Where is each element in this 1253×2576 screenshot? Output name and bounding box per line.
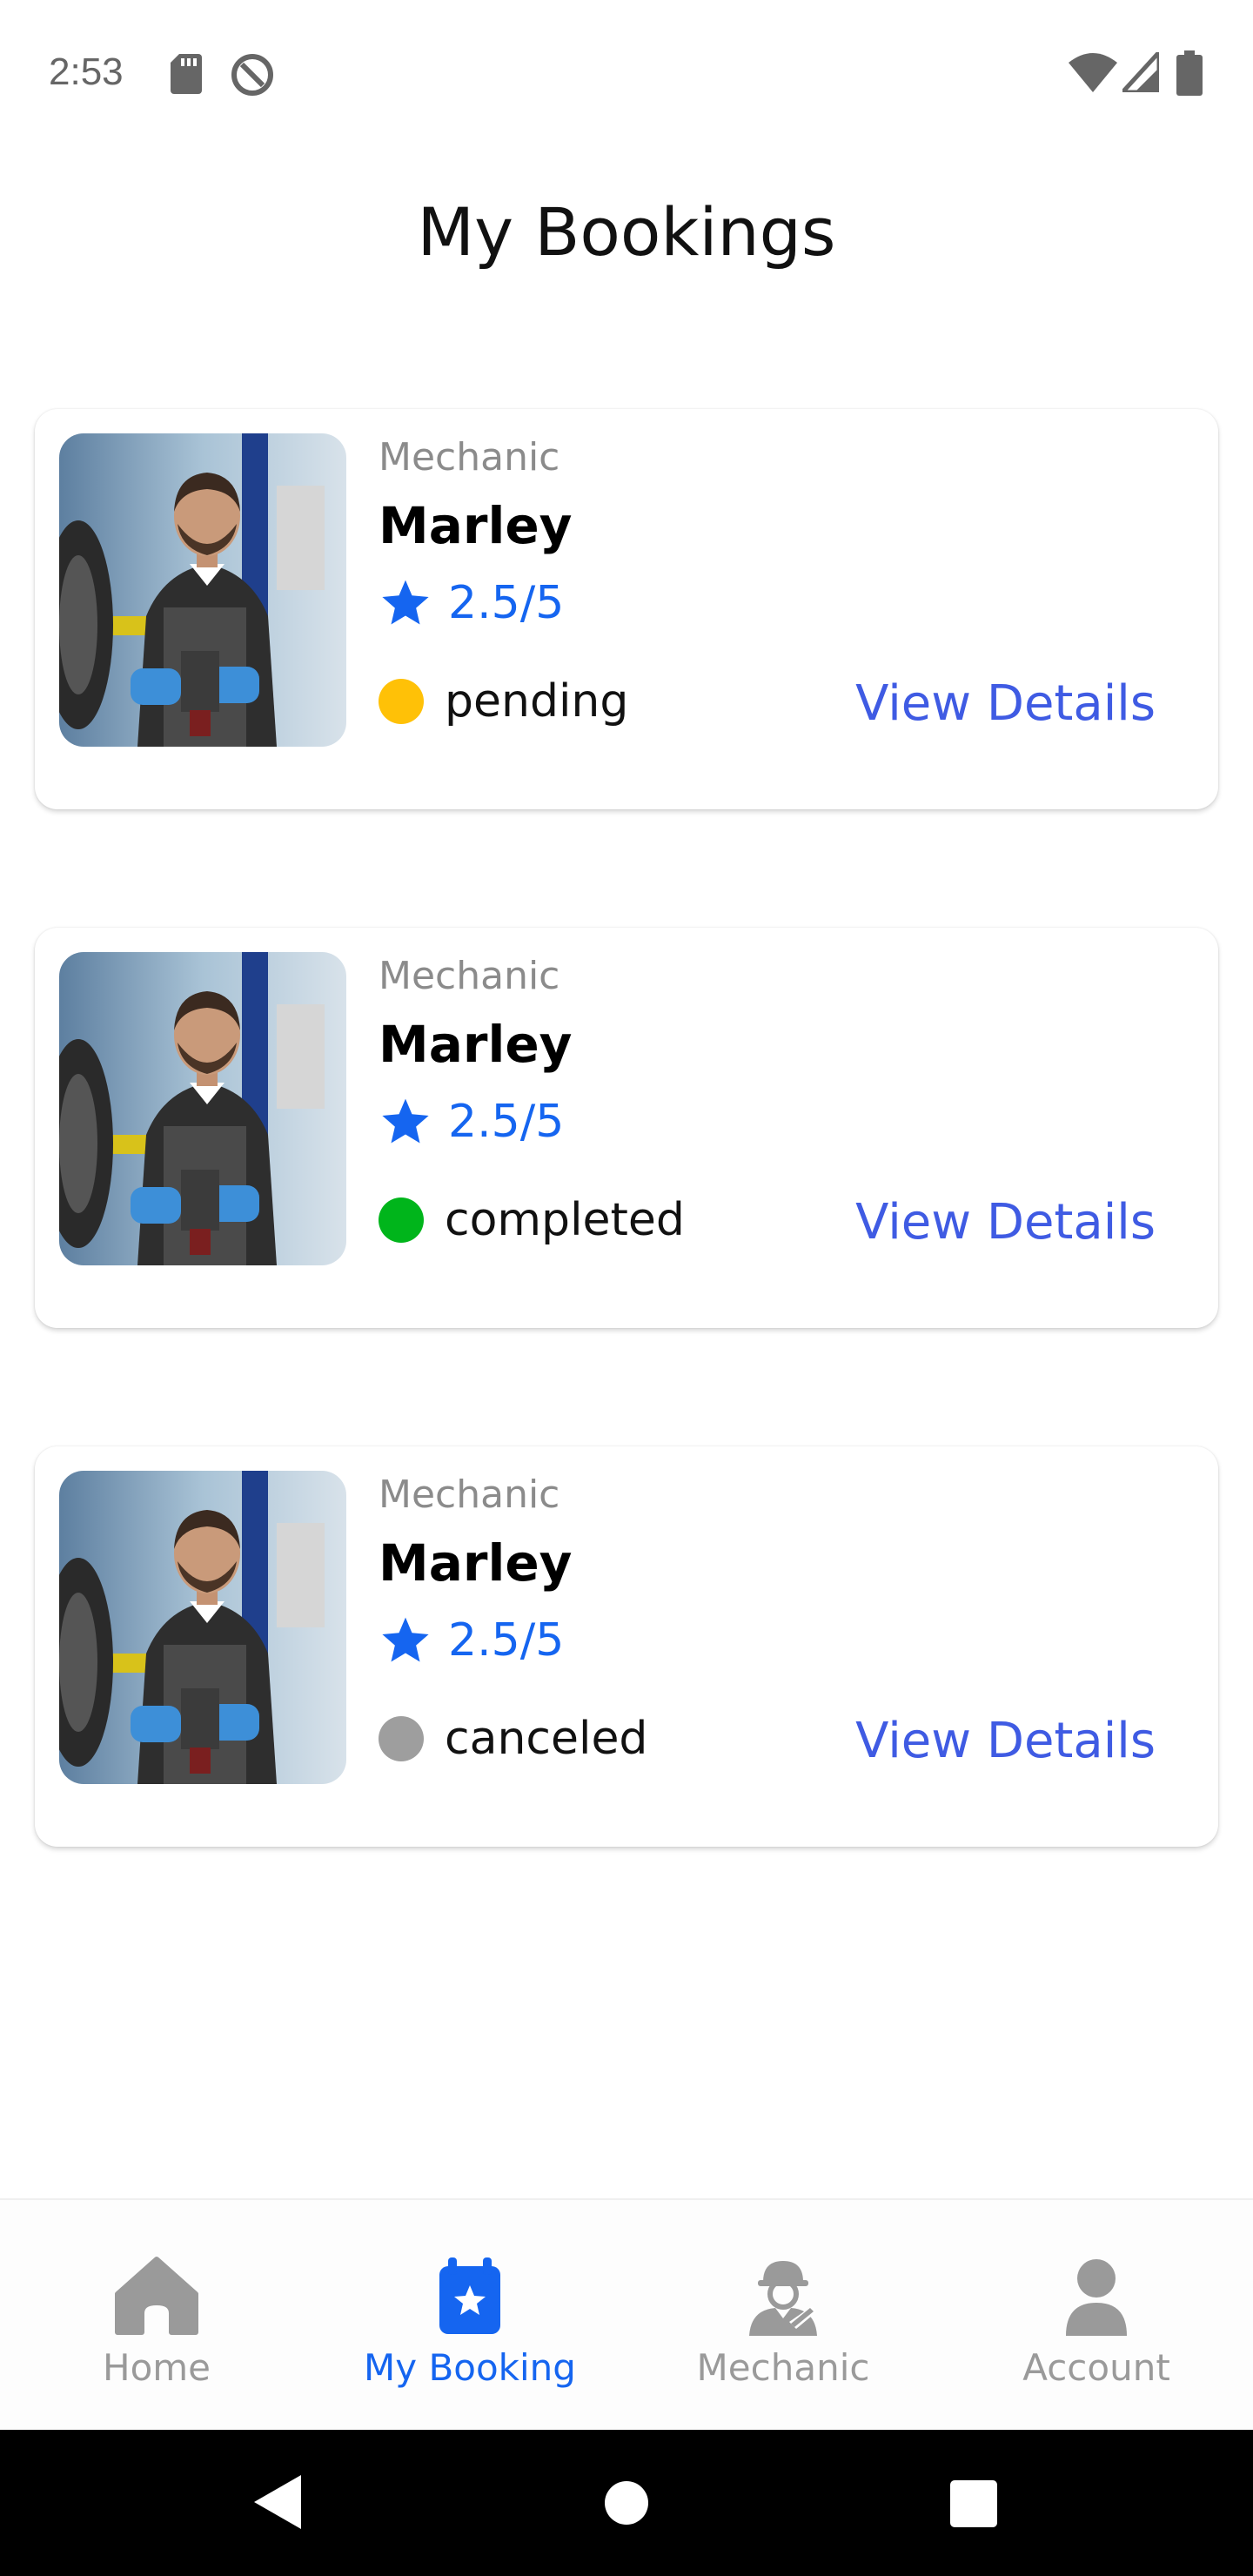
- rating-value: 2.5/5: [448, 577, 565, 629]
- mechanic-name: Marley: [379, 1533, 573, 1593]
- home-icon: [115, 2257, 198, 2335]
- mechanic-photo: [59, 1471, 346, 1784]
- nav-item-account[interactable]: Account: [940, 2200, 1253, 2432]
- mechanic-name: Marley: [379, 496, 573, 555]
- booking-card: Mechanic Marley 2.5/5 canceled View Deta…: [35, 1446, 1218, 1847]
- rating: 2.5/5: [379, 1613, 564, 1667]
- status-dot: [379, 1716, 424, 1761]
- status-bar: 2:53: [0, 0, 1253, 148]
- nav-item-home[interactable]: Home: [0, 2200, 313, 2432]
- star-icon: [382, 1098, 429, 1144]
- status-text: completed: [445, 1194, 685, 1246]
- view-details-button[interactable]: View Details: [855, 675, 1156, 732]
- rating-value: 2.5/5: [448, 1614, 565, 1667]
- back-icon[interactable]: [251, 2472, 303, 2532]
- booking-status: pending: [379, 675, 628, 728]
- nav-item-my-booking[interactable]: My Booking: [313, 2200, 626, 2432]
- nav-label-home: Home: [102, 2346, 211, 2389]
- nav-label-my-booking: My Booking: [364, 2346, 576, 2389]
- home-circle-icon[interactable]: [604, 2480, 649, 2526]
- mechanic-photo: [59, 952, 346, 1265]
- nav-item-mechanic[interactable]: Mechanic: [626, 2200, 940, 2432]
- status-dot: [379, 679, 424, 724]
- person-icon: [1066, 2259, 1127, 2336]
- system-nav-bar: [0, 2430, 1253, 2576]
- signal-icon: [1122, 52, 1159, 92]
- status-dot: [379, 1197, 424, 1243]
- nav-label-account: Account: [1022, 2346, 1170, 2389]
- booking-card: Mechanic Marley 2.5/5 pending View Detai…: [35, 409, 1218, 809]
- booking-card: Mechanic Marley 2.5/5 completed View Det…: [35, 928, 1218, 1328]
- star-icon: [382, 1617, 429, 1662]
- wifi-icon: [1069, 53, 1117, 92]
- recents-icon[interactable]: [950, 2480, 997, 2527]
- mechanic-photo: [59, 433, 346, 747]
- mechanic-role: Mechanic: [379, 435, 560, 480]
- booking-status: completed: [379, 1194, 685, 1246]
- view-details-button[interactable]: View Details: [855, 1713, 1156, 1769]
- mechanic-role: Mechanic: [379, 1472, 560, 1517]
- page-title: My Bookings: [417, 193, 836, 271]
- star-icon: [382, 580, 429, 625]
- status-time: 2:53: [49, 50, 124, 93]
- rating: 2.5/5: [379, 576, 564, 630]
- mechanic-icon: [749, 2261, 817, 2336]
- status-text: canceled: [445, 1713, 648, 1765]
- sd-card-icon: [171, 54, 202, 94]
- mechanic-role: Mechanic: [379, 954, 560, 998]
- nav-label-mechanic: Mechanic: [696, 2346, 870, 2389]
- data-saver-icon: [231, 54, 273, 96]
- mechanic-name: Marley: [379, 1015, 573, 1074]
- battery-icon: [1176, 50, 1203, 96]
- calendar-star-icon: [439, 2257, 500, 2334]
- rating-value: 2.5/5: [448, 1096, 565, 1148]
- bottom-nav: Home My Booking Mechanic Account: [0, 2198, 1253, 2430]
- booking-status: canceled: [379, 1713, 647, 1765]
- status-text: pending: [445, 675, 629, 728]
- view-details-button[interactable]: View Details: [855, 1194, 1156, 1251]
- rating: 2.5/5: [379, 1095, 564, 1149]
